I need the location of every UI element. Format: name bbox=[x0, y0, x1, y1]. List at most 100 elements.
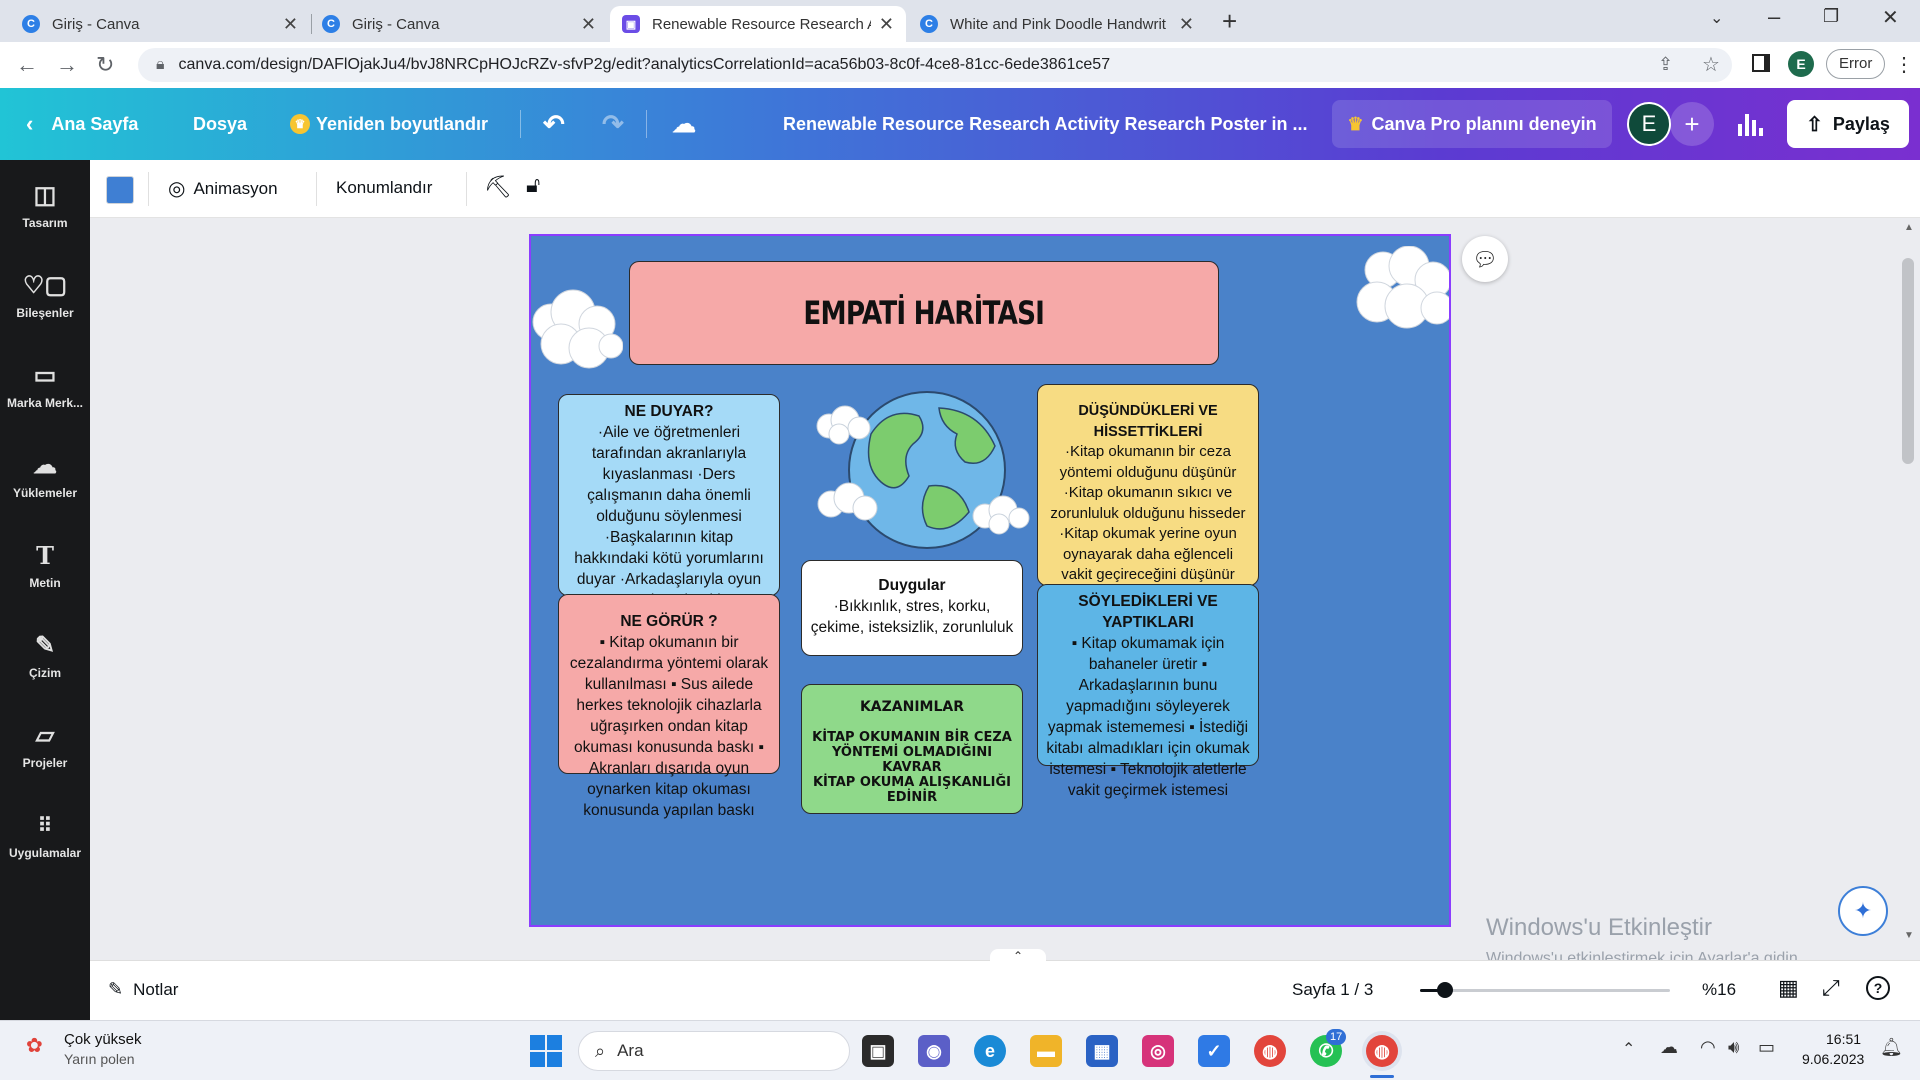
chrome-icon[interactable]: ◍ bbox=[1254, 1035, 1286, 1067]
tab-title: Giriş - Canva bbox=[52, 15, 140, 33]
edge-browser-icon[interactable]: e bbox=[974, 1035, 1006, 1067]
windows-start-icon[interactable] bbox=[530, 1035, 562, 1067]
position-button[interactable]: Konumlandır bbox=[336, 178, 432, 198]
reload-icon[interactable]: ↻ bbox=[96, 52, 114, 78]
document-title[interactable]: Renewable Resource Research Activity Res… bbox=[783, 88, 1308, 160]
sidebar-item-uploads[interactable]: ☁ Yüklemeler bbox=[0, 452, 90, 500]
restore-icon[interactable]: ❐ bbox=[1823, 6, 1839, 27]
add-collaborator-icon[interactable]: + bbox=[1670, 102, 1714, 146]
lock-icon[interactable]: 🔓︎ bbox=[526, 172, 540, 198]
battery-icon[interactable]: ▭ bbox=[1758, 1037, 1775, 1058]
weather-title[interactable]: Çok yüksek bbox=[64, 1031, 142, 1048]
close-tab-icon[interactable]: ✕ bbox=[879, 14, 894, 35]
sidebar-item-label: Projeler bbox=[22, 756, 68, 770]
sees-body: ▪ Kitap okumanın bir cezalandırma yöntem… bbox=[569, 634, 769, 819]
thinks-box[interactable]: DÜŞÜNDÜKLERİ VE HİSSETTİKLERİ ·Kitap oku… bbox=[1037, 384, 1259, 645]
file-explorer-icon[interactable]: ▬ bbox=[1030, 1035, 1062, 1067]
title-box[interactable]: EMPATİ HARİTASI bbox=[629, 261, 1219, 365]
sidebar-item-label: Yüklemeler bbox=[12, 486, 78, 500]
empathy-map-poster[interactable]: EMPATİ HARİTASI NE DUYAR? ·Aile ve öğret… bbox=[529, 234, 1451, 927]
side-panel-icon[interactable] bbox=[1752, 54, 1770, 72]
says-box[interactable]: SÖYLEDİKLERİ VE YAPTIKLARI ▪ Kitap okuma… bbox=[1037, 584, 1259, 799]
home-button[interactable]: ‹ Ana Sayfa bbox=[26, 88, 138, 160]
gains-box[interactable]: KAZANIMLAR KİTAP OKUMANIN BİR CEZA YÖNTE… bbox=[801, 684, 1023, 814]
browser-tab-2[interactable]: ▣ Renewable Resource Research Ac ✕ bbox=[610, 6, 906, 42]
add-comment-icon[interactable]: 💬︎ bbox=[1462, 236, 1508, 282]
earth-globe-icon bbox=[816, 391, 1030, 549]
instagram-icon[interactable]: ◎ bbox=[1142, 1035, 1174, 1067]
sidebar-item-design[interactable]: ◫ Tasarım bbox=[0, 182, 90, 230]
sidebar-item-draw[interactable]: ✎ Çizim bbox=[0, 632, 90, 680]
feelings-box[interactable]: Duygular ·Bıkkınlık, stres, korku, çekim… bbox=[801, 560, 1023, 656]
scroll-up-icon[interactable]: ▲ bbox=[1904, 222, 1914, 233]
undo-icon[interactable]: ↶ bbox=[543, 88, 565, 160]
scroll-down-icon[interactable]: ▼ bbox=[1904, 930, 1914, 941]
teams-chat-icon[interactable]: ◉ bbox=[918, 1035, 950, 1067]
zoom-slider-track[interactable] bbox=[1420, 982, 1670, 998]
fill-color-swatch[interactable] bbox=[106, 176, 134, 204]
onedrive-cloud-icon[interactable]: ☁ bbox=[1660, 1037, 1678, 1058]
browser-tab-0[interactable]: C Giriş - Canva ✕ bbox=[10, 6, 310, 42]
browser-tab-1[interactable]: C Giriş - Canva ✕ bbox=[310, 6, 608, 42]
close-tab-icon[interactable]: ✕ bbox=[1179, 14, 1194, 35]
cloud-saved-icon[interactable]: ☁ bbox=[672, 88, 696, 160]
tab-search-icon[interactable]: ⌄ bbox=[1710, 8, 1723, 28]
sidebar-item-elements[interactable]: ♡▢ Bileşenler bbox=[0, 272, 90, 320]
sidebar-item-brand[interactable]: ▭ Marka Merk... bbox=[0, 362, 90, 410]
microsoft-store-icon[interactable]: ▦ bbox=[1086, 1035, 1118, 1067]
file-menu-button[interactable]: Dosya bbox=[193, 88, 247, 160]
profile-avatar[interactable]: E bbox=[1788, 51, 1814, 77]
error-button[interactable]: Error bbox=[1826, 49, 1886, 79]
grid-view-icon[interactable]: ▦ bbox=[1778, 975, 1799, 1001]
clock-date[interactable]: 9.06.2023 bbox=[1802, 1051, 1864, 1067]
expand-pages-icon[interactable]: ⌃ bbox=[990, 949, 1046, 963]
sidebar-item-text[interactable]: T Metin bbox=[0, 542, 90, 591]
notifications-bell-icon[interactable]: 🔔︎ bbox=[1880, 1037, 1903, 1058]
sidebar-item-projects[interactable]: ▱ Projeler bbox=[0, 722, 90, 770]
help-icon[interactable]: ? bbox=[1866, 976, 1890, 1000]
bookmark-star-icon[interactable]: ☆ bbox=[1702, 52, 1720, 77]
task-view-icon[interactable]: ▣ bbox=[862, 1035, 894, 1067]
forward-icon[interactable]: → bbox=[56, 52, 78, 78]
fullscreen-icon[interactable]: ⤢ bbox=[1822, 975, 1840, 1001]
share-page-icon[interactable]: ⇪ bbox=[1658, 54, 1673, 75]
resize-button[interactable]: ♛ Yeniden boyutlandır bbox=[290, 88, 488, 160]
pro-trial-label: Canva Pro planını deneyin bbox=[1371, 113, 1597, 134]
volume-icon[interactable]: 🔊︎ bbox=[1728, 1037, 1739, 1058]
taskbar-search[interactable]: ⌕ Ara bbox=[578, 1031, 850, 1071]
tray-chevron-icon[interactable]: ⌃ bbox=[1622, 1039, 1635, 1059]
zoom-level[interactable]: %16 bbox=[1702, 980, 1736, 1000]
clock-time[interactable]: 16:51 bbox=[1826, 1031, 1861, 1047]
paint-roller-icon[interactable]: ⛏ bbox=[484, 174, 512, 200]
user-avatar[interactable]: E bbox=[1627, 102, 1671, 146]
redo-icon[interactable]: ↷ bbox=[602, 88, 624, 160]
hears-box[interactable]: NE DUYAR? ·Aile ve öğretmenleri tarafınd… bbox=[558, 394, 780, 630]
todo-check-icon[interactable]: ✓ bbox=[1198, 1035, 1230, 1067]
browser-tab-3[interactable]: C White and Pink Doodle Handwrit ✕ bbox=[908, 6, 1206, 42]
wifi-icon[interactable]: ◠ bbox=[1700, 1037, 1716, 1058]
pollen-weather-icon[interactable]: ✿ bbox=[26, 1033, 43, 1058]
notes-button[interactable]: ✎ Notlar bbox=[108, 979, 178, 1000]
insights-chart-icon[interactable] bbox=[1738, 110, 1764, 136]
sees-box[interactable]: NE GÖRÜR ? ▪ Kitap okumanın bir cezaland… bbox=[558, 594, 780, 819]
more-menu-icon[interactable]: ⋮ bbox=[1894, 52, 1914, 77]
animate-button[interactable]: ◎ Animasyon bbox=[168, 176, 278, 201]
browser-tab-bar: C Giriş - Canva ✕ C Giriş - Canva ✕ ▣ Re… bbox=[0, 0, 1920, 42]
pro-trial-button[interactable]: ♛ Canva Pro planını deneyin bbox=[1332, 100, 1612, 148]
close-window-icon[interactable]: ✕ bbox=[1882, 5, 1899, 30]
close-tab-icon[interactable]: ✕ bbox=[283, 14, 298, 35]
windows-taskbar: ✿ Çok yüksek Yarın polen ⌕ Ara ▣ ◉ e ▬ ▦… bbox=[0, 1020, 1920, 1080]
page-indicator[interactable]: Sayfa 1 / 3 bbox=[1292, 980, 1373, 1000]
minimize-icon[interactable]: – bbox=[1768, 4, 1780, 30]
share-button[interactable]: ⇧ Paylaş bbox=[1787, 100, 1909, 148]
apps-icon: ⠿ bbox=[37, 815, 53, 837]
zoom-slider-thumb[interactable] bbox=[1437, 982, 1453, 998]
magic-sparkle-icon[interactable]: ✦ bbox=[1838, 886, 1888, 936]
new-tab-icon[interactable]: + bbox=[1222, 6, 1237, 37]
vertical-scrollbar-thumb[interactable] bbox=[1902, 258, 1914, 464]
url-field[interactable]: 🔒︎ canva.com/design/DAFlOjakJu4/bvJ8NRCp… bbox=[138, 48, 1732, 82]
close-tab-icon[interactable]: ✕ bbox=[581, 14, 596, 35]
chrome-active-icon[interactable]: ◍ bbox=[1366, 1035, 1398, 1067]
back-icon[interactable]: ← bbox=[16, 52, 38, 78]
sidebar-item-apps[interactable]: ⠿ Uygulamalar bbox=[0, 812, 90, 860]
